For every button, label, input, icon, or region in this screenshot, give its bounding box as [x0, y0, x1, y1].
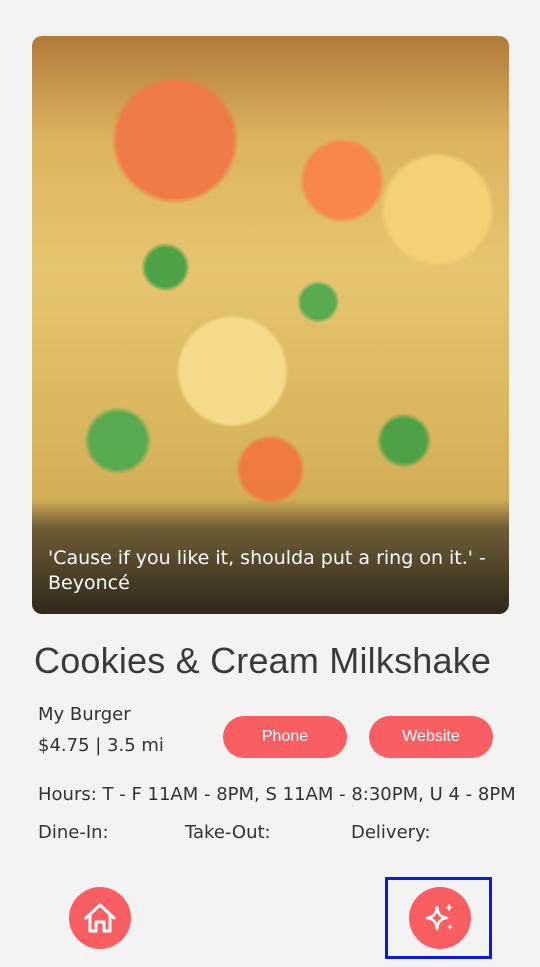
focus-highlight [385, 877, 492, 959]
quote-caption: 'Cause if you like it, shoulda put a rin… [48, 547, 486, 594]
restaurant-name: My Burger [38, 704, 131, 725]
home-button[interactable] [69, 887, 131, 949]
hours-text: Hours: T - F 11AM - 8PM, S 11AM - 8:30PM… [38, 784, 516, 805]
take-out-label: Take-Out: [185, 822, 271, 843]
item-title: Cookies & Cream Milkshake [34, 640, 492, 681]
delivery-label: Delivery: [351, 822, 431, 843]
phone-button[interactable]: Phone [223, 716, 347, 758]
dine-in-label: Dine-In: [38, 822, 109, 843]
home-icon [84, 903, 116, 933]
website-button[interactable]: Website [369, 716, 493, 758]
price-distance: $4.75 | 3.5 mi [38, 735, 164, 756]
food-photo-card: 'Cause if you like it, shoulda put a rin… [32, 36, 509, 614]
